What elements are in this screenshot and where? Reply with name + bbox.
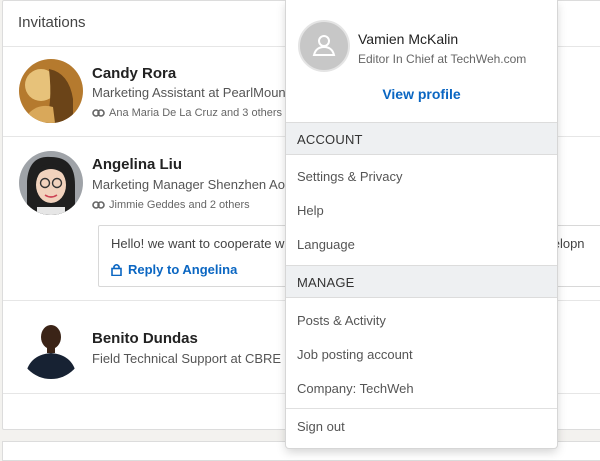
menu-item-job-posting-account[interactable]: Job posting account [297,347,413,362]
mutual-connections-text: Jimmie Geddes and 2 others [109,199,250,211]
avatar[interactable] [19,59,83,123]
user-name: Vamien McKalin [358,31,459,47]
menu-divider [286,408,557,409]
menu-item-settings-privacy[interactable]: Settings & Privacy [297,169,403,184]
invitation-headline: Field Technical Support at CBRE [92,351,282,366]
mutual-connections-text: Ana Maria De La Cruz and 3 others [109,107,283,119]
manage-header-label: MANAGE [297,275,355,290]
reply-label: Reply to Angelina [128,262,238,277]
invitation-headline: Marketing Assistant at PearlMoun [92,85,286,100]
invitation-name[interactable]: Candy Rora [92,65,176,82]
mutual-connections[interactable]: Ana Maria De La Cruz and 3 others [92,107,282,119]
mutual-connections[interactable]: Jimmie Geddes and 2 others [92,199,250,211]
user-avatar[interactable] [298,20,350,72]
invitation-name[interactable]: Benito Dundas [92,330,198,347]
invitation-headline: Marketing Manager Shenzhen Ao [92,177,285,192]
reply-button[interactable]: Reply to Angelina [111,262,237,277]
menu-item-company[interactable]: Company: TechWeh [297,381,414,396]
lock-icon [111,263,122,277]
sign-out-button[interactable]: Sign out [297,419,345,434]
mutual-connections-icon [92,109,105,117]
person-icon [312,35,336,56]
invitation-name[interactable]: Angelina Liu [92,156,182,173]
menu-item-help[interactable]: Help [297,203,324,218]
me-dropdown-menu: Vamien McKalin Editor In Chief at TechWe… [286,0,557,448]
manage-section-header: MANAGE [286,265,557,298]
view-profile-link[interactable]: View profile [286,86,557,102]
account-section-header: ACCOUNT [286,122,557,155]
avatar[interactable] [19,315,83,379]
mutual-connections-icon [92,201,105,209]
user-headline: Editor In Chief at TechWeh.com [358,52,527,66]
account-header-label: ACCOUNT [297,132,363,147]
message-text: Hello! we want to cooperate w [111,236,285,251]
invitations-title: Invitations [18,14,86,31]
menu-item-posts-activity[interactable]: Posts & Activity [297,313,386,328]
menu-item-language[interactable]: Language [297,237,355,252]
avatar[interactable] [19,151,83,215]
